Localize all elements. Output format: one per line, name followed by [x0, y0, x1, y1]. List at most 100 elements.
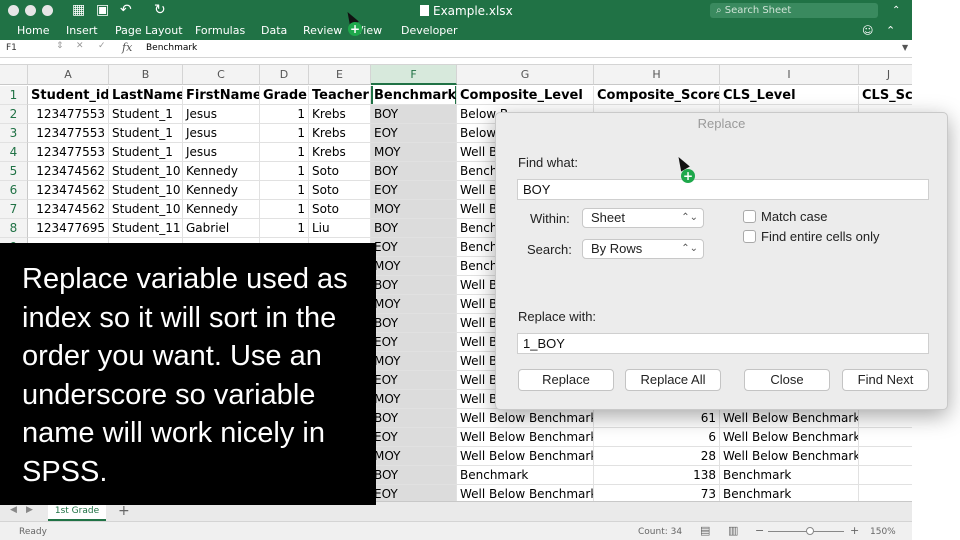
table-cell[interactable]: 6: [594, 428, 720, 447]
table-cell[interactable]: MOY: [371, 200, 457, 219]
table-cell[interactable]: EOY: [371, 181, 457, 200]
undo-icon[interactable]: ↶: [120, 2, 132, 18]
tab-review[interactable]: Review: [303, 24, 342, 37]
column-header-d[interactable]: D: [260, 65, 309, 85]
find-what-input[interactable]: BOY: [517, 179, 929, 200]
table-cell[interactable]: 73: [594, 485, 720, 501]
table-cell[interactable]: Jesus: [183, 143, 260, 162]
header-cell[interactable]: CLS_Level: [720, 86, 859, 105]
table-cell[interactable]: MOY: [371, 390, 457, 409]
table-cell[interactable]: Liu: [309, 219, 371, 238]
table-cell[interactable]: Student_1: [109, 124, 183, 143]
zoom-out-icon[interactable]: −: [755, 524, 764, 537]
table-cell[interactable]: Well Below Benchmark: [720, 447, 859, 466]
column-header-f[interactable]: F: [371, 65, 457, 85]
table-cell[interactable]: BOY: [371, 105, 457, 124]
table-cell[interactable]: [859, 466, 912, 485]
replace-button[interactable]: Replace: [518, 369, 614, 391]
tab-page-layout[interactable]: Page Layout: [115, 24, 183, 37]
table-cell[interactable]: Krebs: [309, 124, 371, 143]
column-header-c[interactable]: C: [183, 65, 260, 85]
table-cell[interactable]: [859, 409, 912, 428]
header-cell[interactable]: Benchmark: [371, 86, 457, 105]
match-case-checkbox[interactable]: [743, 210, 756, 223]
tab-home[interactable]: Home: [17, 24, 49, 37]
table-cell[interactable]: EOY: [371, 124, 457, 143]
table-cell[interactable]: MOY: [371, 257, 457, 276]
row-header[interactable]: 3: [0, 124, 28, 143]
next-sheet-icon[interactable]: ▶: [26, 505, 33, 515]
save-icon[interactable]: ▣: [96, 2, 109, 18]
table-cell[interactable]: BOY: [371, 219, 457, 238]
table-cell[interactable]: Student_10: [109, 200, 183, 219]
smiley-icon[interactable]: ☺: [862, 24, 873, 37]
table-cell[interactable]: Jesus: [183, 124, 260, 143]
header-cell[interactable]: Grade: [260, 86, 309, 105]
table-cell[interactable]: Soto: [309, 200, 371, 219]
table-cell[interactable]: Well Below Benchmark: [457, 409, 594, 428]
close-button[interactable]: Close: [744, 369, 830, 391]
table-cell[interactable]: Well Below Benchmark: [720, 428, 859, 447]
header-cell[interactable]: FirstName: [183, 86, 260, 105]
zoom-slider-thumb[interactable]: [806, 527, 814, 535]
table-cell[interactable]: 1: [260, 162, 309, 181]
formula-input[interactable]: Benchmark: [146, 43, 197, 53]
table-cell[interactable]: Student_1: [109, 143, 183, 162]
row-header[interactable]: 1: [0, 86, 28, 105]
normal-view-icon[interactable]: ▤: [700, 524, 710, 537]
redo-icon[interactable]: ↻: [154, 2, 166, 18]
close-window-icon[interactable]: [8, 5, 19, 16]
table-cell[interactable]: 28: [594, 447, 720, 466]
row-header[interactable]: 4: [0, 143, 28, 162]
tab-formulas[interactable]: Formulas: [195, 24, 245, 37]
replace-all-button[interactable]: Replace All: [625, 369, 721, 391]
entire-cells-label[interactable]: Find entire cells only: [761, 229, 880, 244]
zoom-in-icon[interactable]: +: [850, 524, 859, 537]
table-cell[interactable]: Well Below Benchmark: [720, 409, 859, 428]
table-cell[interactable]: [859, 447, 912, 466]
entire-cells-checkbox[interactable]: [743, 230, 756, 243]
table-cell[interactable]: Krebs: [309, 105, 371, 124]
table-cell[interactable]: 123477553: [28, 143, 109, 162]
table-cell[interactable]: [859, 428, 912, 447]
table-cell[interactable]: EOY: [371, 238, 457, 257]
table-cell[interactable]: Soto: [309, 162, 371, 181]
table-cell[interactable]: Well Below Benchmark: [457, 428, 594, 447]
column-header-g[interactable]: G: [457, 65, 594, 85]
table-cell[interactable]: 123474562: [28, 200, 109, 219]
table-cell[interactable]: BOY: [371, 314, 457, 333]
add-sheet-button[interactable]: +: [118, 503, 130, 519]
column-header-a[interactable]: A: [28, 65, 109, 85]
collapse-icon[interactable]: ⌃: [892, 5, 900, 16]
table-cell[interactable]: 123474562: [28, 181, 109, 200]
find-next-button[interactable]: Find Next: [842, 369, 929, 391]
expand-formula-icon[interactable]: ▼: [902, 43, 908, 52]
column-header-j[interactable]: J: [859, 65, 912, 85]
table-cell[interactable]: Benchmark: [457, 466, 594, 485]
header-cell[interactable]: Composite_Level: [457, 86, 594, 105]
table-cell[interactable]: 1: [260, 181, 309, 200]
table-cell[interactable]: Well Below Benchmark: [457, 485, 594, 501]
table-cell[interactable]: Gabriel: [183, 219, 260, 238]
table-cell[interactable]: EOY: [371, 333, 457, 352]
corner-select-all[interactable]: [0, 65, 28, 85]
zoom-window-icon[interactable]: [42, 5, 53, 16]
table-cell[interactable]: BOY: [371, 276, 457, 295]
header-cell[interactable]: Composite_Score: [594, 86, 720, 105]
table-cell[interactable]: BOY: [371, 466, 457, 485]
within-select[interactable]: Sheet ⌃⌄: [582, 208, 704, 228]
table-cell[interactable]: Student_11: [109, 219, 183, 238]
row-header[interactable]: 2: [0, 105, 28, 124]
confirm-icon[interactable]: ✓: [98, 41, 106, 51]
table-cell[interactable]: Benchmark: [720, 466, 859, 485]
header-cell[interactable]: LastName: [109, 86, 183, 105]
cancel-icon[interactable]: ✕: [76, 41, 84, 51]
table-cell[interactable]: EOY: [371, 371, 457, 390]
table-cell[interactable]: 123477553: [28, 105, 109, 124]
table-cell[interactable]: Student_1: [109, 105, 183, 124]
table-cell[interactable]: Well Below Benchmark: [457, 447, 594, 466]
table-cell[interactable]: Student_10: [109, 162, 183, 181]
replace-with-input[interactable]: 1_BOY: [517, 333, 929, 354]
prev-sheet-icon[interactable]: ◀: [10, 505, 17, 515]
column-header-e[interactable]: E: [309, 65, 371, 85]
